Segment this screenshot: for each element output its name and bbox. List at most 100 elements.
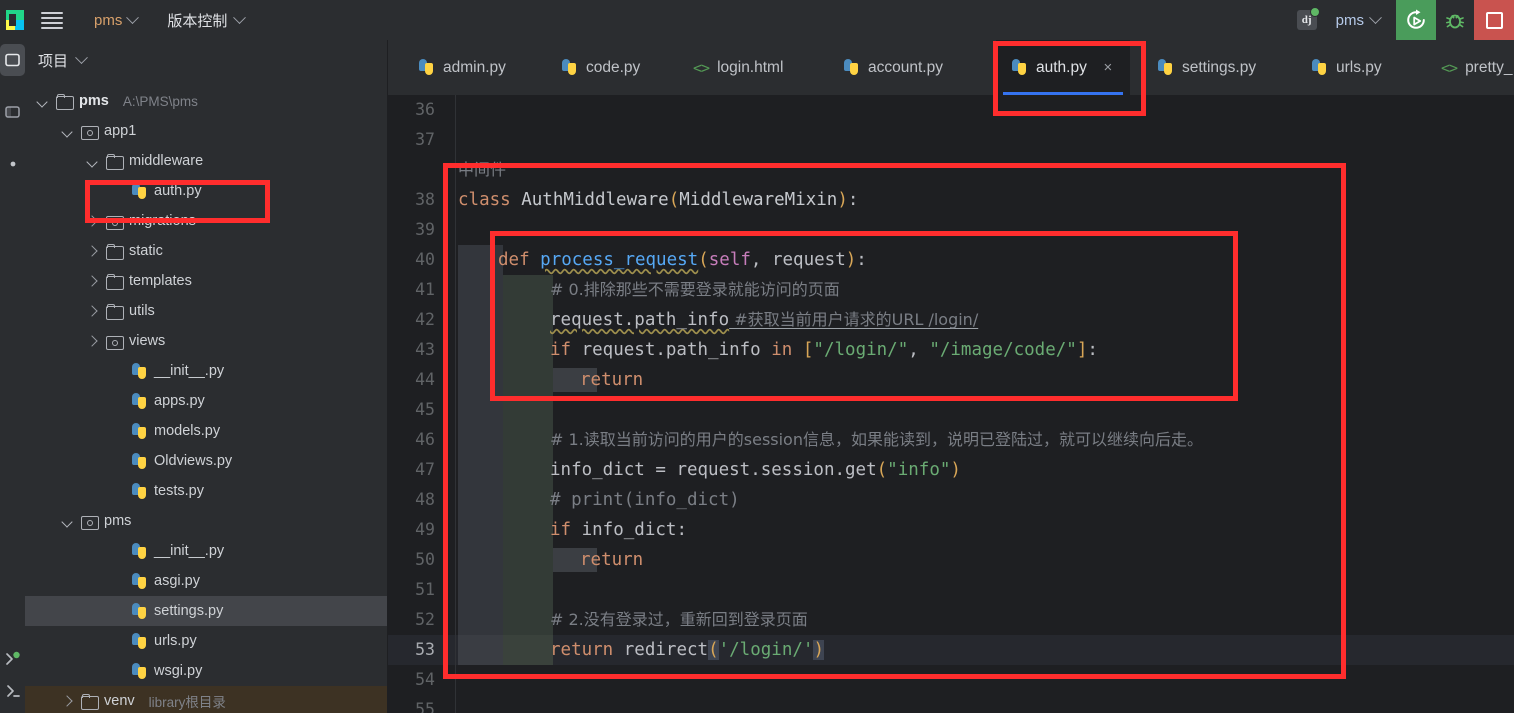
chevron-down-icon[interactable] [60,514,75,529]
chevron-right-icon[interactable] [85,274,100,289]
tree-item---init---py[interactable]: __init__.py [25,356,387,386]
tree-item-views[interactable]: views [25,326,387,356]
editor-line[interactable]: 中间件 [388,155,1514,185]
editor-line[interactable]: 46 # 1.读取当前访问的用户的session信息，如果能读到，说明已登陆过，就… [388,425,1514,455]
tree-item-label: auth.py [154,183,202,199]
rerun-button[interactable] [1396,0,1436,40]
code-token: #获取当前用户请求的URL /login/ [729,310,979,329]
tree-item-models-py[interactable]: models.py [25,416,387,446]
code-text: return [580,545,643,575]
close-icon[interactable]: × [1101,59,1115,76]
editor-line[interactable]: 47 info_dict = request.session.get("info"… [388,455,1514,485]
tree-spacer [110,664,125,679]
editor-line[interactable]: 44 return [388,365,1514,395]
editor-line[interactable]: 38 class AuthMiddleware(MiddlewareMixin): [388,185,1514,215]
chevron-right-icon[interactable] [85,214,100,229]
tree-item-venv[interactable]: venv library根目录 [25,686,387,713]
editor-line[interactable]: 42 request.path_info #获取当前用户请求的URL /login… [388,305,1514,335]
indent-guide [503,605,553,635]
tree-item-settings-py[interactable]: settings.py [25,596,387,626]
tree-item-oldviews-py[interactable]: Oldviews.py [25,446,387,476]
tree-item-label: __init__.py [154,363,225,379]
terminal-tool-icon[interactable] [0,643,25,675]
code-text: # 0.排除那些不需要登录就能访问的页面 [550,275,840,305]
chevron-right-icon[interactable] [85,244,100,259]
indent-guide [503,575,553,605]
indent-guide [458,515,503,545]
tree-item-label: settings.py [154,603,224,619]
tree-item-label: pms [104,513,132,529]
tree-item-wsgi-py[interactable]: wsgi.py [25,656,387,686]
editor-line[interactable]: 43 if request.path_info in ["/login/", "/… [388,335,1514,365]
editor-line[interactable]: 36 [388,95,1514,125]
code-editor[interactable]: 36 37 中间件 38 class AuthMiddleware(Middleware… [388,95,1514,713]
tree-item-auth-py[interactable]: auth.py [25,176,387,206]
editor-line[interactable]: 50 return [388,545,1514,575]
editor-tab-settings-py[interactable]: settings.py [1142,40,1271,95]
editor-tab-urls-py[interactable]: urls.py [1296,40,1397,95]
editor-line[interactable]: 52 # 2.没有登录过，重新回到登录页面 [388,605,1514,635]
tree-item-label: __init__.py [154,543,225,559]
bookmarks-tool-icon[interactable] [0,148,25,180]
python-file-icon [131,422,148,440]
gutter-divider [455,215,456,245]
editor-tab-pretty-[interactable]: <> pretty_ [1426,40,1514,95]
editor-tab-account-py[interactable]: account.py [828,40,958,95]
editor-line[interactable]: 41 # 0.排除那些不需要登录就能访问的页面 [388,275,1514,305]
commit-tool-icon[interactable] [0,96,25,128]
project-name-dropdown[interactable]: pms [86,7,145,33]
tree-item-migrations[interactable]: migrations [25,206,387,236]
project-tool-icon[interactable] [0,44,25,76]
python-file-icon [131,392,148,410]
editor-tab-admin-py[interactable]: admin.py [403,40,521,95]
tree-item---init---py[interactable]: __init__.py [25,536,387,566]
stop-button[interactable] [1474,0,1514,40]
python-file-icon [843,59,860,76]
tree-item-apps-py[interactable]: apps.py [25,386,387,416]
vcs-dropdown[interactable]: 版本控制 [159,7,252,33]
editor-line[interactable]: 54 [388,665,1514,695]
editor-tab-label: login.html [717,58,784,76]
tree-item-static[interactable]: static [25,236,387,266]
project-panel-header[interactable]: 项目 [25,40,387,80]
python-console-tool-icon[interactable] [0,675,25,707]
hamburger-menu-icon[interactable] [30,0,74,40]
editor-tab-code-py[interactable]: code.py [546,40,655,95]
tree-item-asgi-py[interactable]: asgi.py [25,566,387,596]
editor-line[interactable]: 55 [388,695,1514,713]
indent-guide [458,425,503,455]
debug-button[interactable] [1436,0,1474,40]
editor-line[interactable]: 49 if info_dict: [388,515,1514,545]
editor-line[interactable]: 51 [388,575,1514,605]
chevron-down-icon[interactable] [85,154,100,169]
editor-tab-label: pretty_ [1465,58,1513,76]
editor-line[interactable]: 48 # print(info_dict) [388,485,1514,515]
chevron-down-icon[interactable] [60,124,75,139]
chevron-right-icon[interactable] [85,334,100,349]
tree-item-urls-py[interactable]: urls.py [25,626,387,656]
editor-line[interactable]: 45 [388,395,1514,425]
tree-item-app1[interactable]: app1 [25,116,387,146]
chevron-right-icon[interactable] [85,304,100,319]
chevron-right-icon[interactable] [60,694,75,709]
tree-item-pms[interactable]: pms A:\PMS\pms [25,86,387,116]
gutter-divider [455,485,456,515]
line-number: 44 [415,370,435,389]
tree-item-middleware[interactable]: middleware [25,146,387,176]
editor-tab-auth-py[interactable]: auth.py × [996,40,1130,95]
gutter-divider [455,635,456,665]
editor-line[interactable]: 37 [388,125,1514,155]
editor-tab-login-html[interactable]: <> login.html [678,40,798,95]
editor-line[interactable]: 53 return redirect('/login/') [388,635,1514,665]
chevron-down-icon[interactable] [35,94,50,109]
line-number: 38 [415,190,435,209]
tree-item-templates[interactable]: templates [25,266,387,296]
editor-line[interactable]: 40 def process_request(self, request): [388,245,1514,275]
tree-item-pms[interactable]: pms [25,506,387,536]
tree-item-tests-py[interactable]: tests.py [25,476,387,506]
tree-item-utils[interactable]: utils [25,296,387,326]
gutter-divider [455,395,456,425]
run-configuration-selector[interactable]: pms [1326,6,1390,34]
line-number: 43 [415,340,435,359]
editor-line[interactable]: 39 [388,215,1514,245]
